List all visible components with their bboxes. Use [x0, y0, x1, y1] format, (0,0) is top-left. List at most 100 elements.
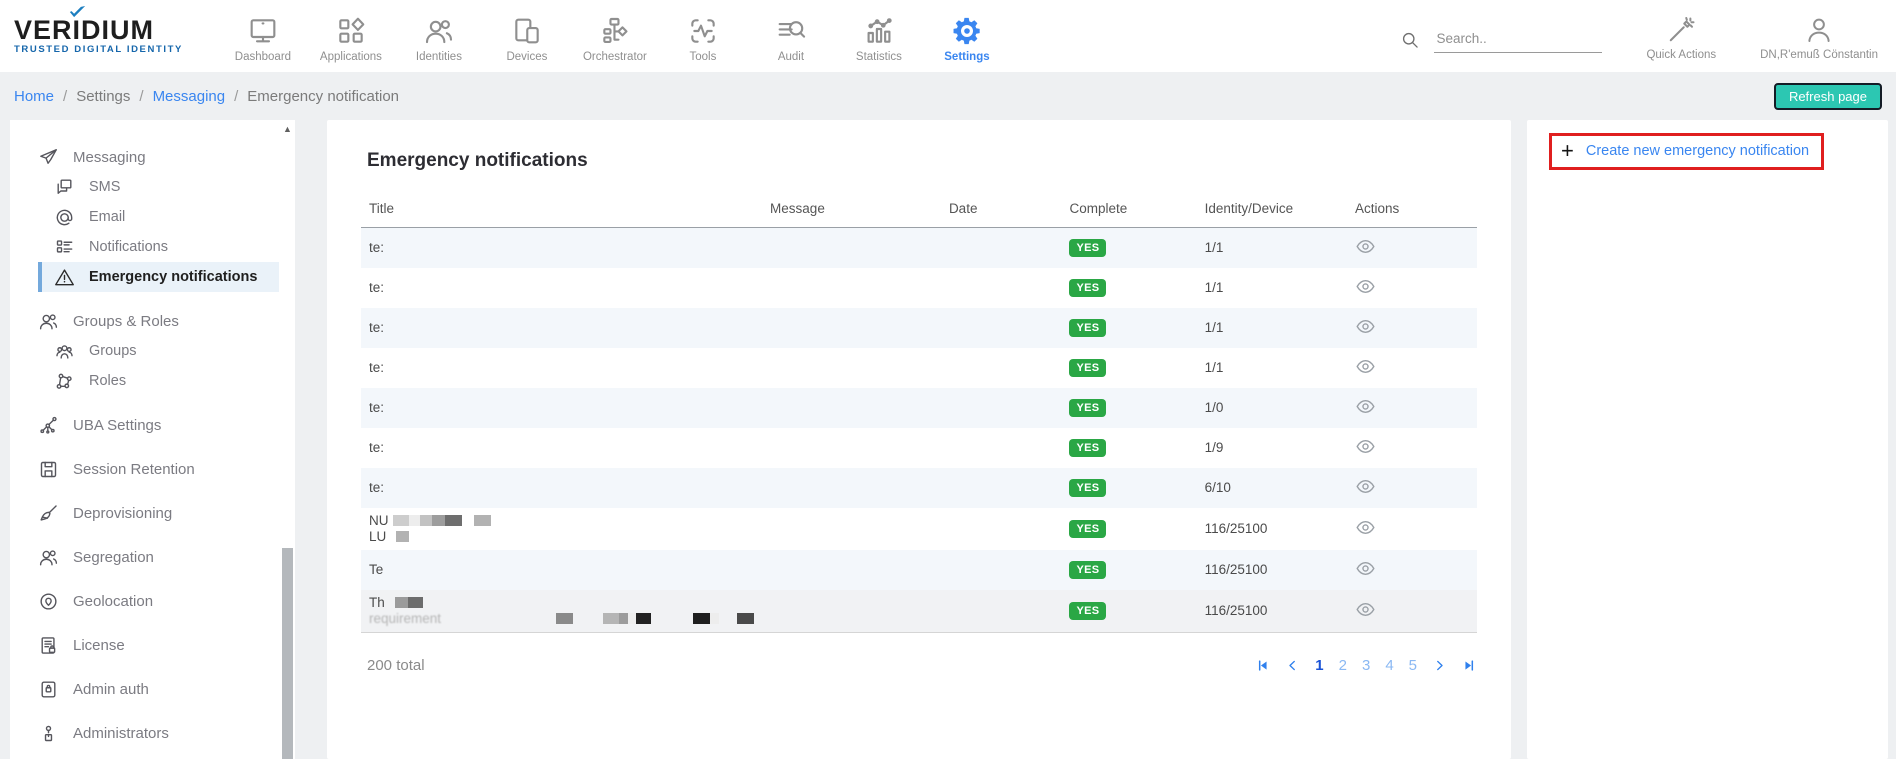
nav-item-statistics[interactable]: Statistics [835, 9, 923, 63]
topbar: VERIDIUM TRUSTED DIGITAL IDENTITY Dashbo… [0, 0, 1896, 72]
row-title: te: [369, 480, 384, 495]
page-number-1[interactable]: 1 [1315, 657, 1323, 674]
eye-icon[interactable] [1355, 599, 1376, 620]
breadcrumb-item[interactable]: Messaging [153, 88, 226, 105]
sidebar-item-geolocation[interactable]: Geolocation [38, 586, 279, 616]
scroll-up-icon[interactable]: ▲ [281, 124, 294, 134]
complete-cell: YES [1061, 308, 1196, 348]
next-page-icon[interactable] [1432, 658, 1447, 673]
date-cell [941, 468, 1062, 508]
actions-cell [1347, 428, 1477, 468]
sidebar-item-messaging[interactable]: Messaging [38, 142, 279, 172]
sidebar-item-email[interactable]: Email [38, 202, 279, 232]
brand-logo[interactable]: VERIDIUM TRUSTED DIGITAL IDENTITY [14, 17, 183, 55]
nav-item-audit[interactable]: Audit [747, 9, 835, 63]
table-row: te: YES 1/1 [361, 268, 1477, 308]
sidebar-item-admin-auth[interactable]: Admin auth [38, 674, 279, 704]
date-cell [941, 308, 1062, 348]
complete-badge: YES [1069, 520, 1106, 538]
network-icon [54, 371, 75, 392]
message-cell [762, 468, 941, 508]
eye-icon[interactable] [1355, 276, 1376, 297]
redaction-block [432, 515, 445, 526]
redaction-block [393, 515, 409, 526]
page-number-4[interactable]: 4 [1385, 657, 1393, 674]
eye-icon[interactable] [1355, 436, 1376, 457]
sidebar-item-groups-roles[interactable]: Groups & Roles [38, 306, 279, 336]
nav-item-devices[interactable]: Devices [483, 9, 571, 63]
sidebar-item-license[interactable]: License [38, 630, 279, 660]
sidebar-item-label: License [73, 637, 125, 654]
eye-icon[interactable] [1355, 476, 1376, 497]
sidebar-item-groups[interactable]: Groups [38, 336, 279, 366]
nav-label: Applications [320, 51, 382, 63]
redaction-block [737, 613, 754, 624]
page-number-2[interactable]: 2 [1339, 657, 1347, 674]
eye-icon[interactable] [1355, 517, 1376, 538]
breadcrumb: Home/Settings/Messaging/Emergency notifi… [14, 88, 399, 105]
page-number-3[interactable]: 3 [1362, 657, 1370, 674]
eye-icon[interactable] [1355, 356, 1376, 377]
search-input[interactable] [1434, 27, 1602, 53]
column-header: Complete [1061, 192, 1196, 228]
actions-cell [1347, 508, 1477, 550]
sidebar-item-uba-settings[interactable]: UBA Settings [38, 410, 279, 440]
sidebar-item-deprovisioning[interactable]: Deprovisioning [38, 498, 279, 528]
redaction-block [619, 613, 628, 624]
group-icon [54, 341, 75, 362]
scrollbar-thumb[interactable] [282, 548, 293, 759]
eye-icon[interactable] [1355, 236, 1376, 257]
nav-item-dashboard[interactable]: Dashboard [219, 9, 307, 63]
create-emergency-notification-button[interactable]: + Create new emergency notification [1561, 142, 1809, 160]
nav-item-orchestrator[interactable]: Orchestrator [571, 9, 659, 63]
nav-item-applications[interactable]: Applications [307, 9, 395, 63]
column-header: Title [361, 192, 762, 228]
sidebar-item-label: Groups & Roles [73, 313, 179, 330]
breadcrumb-item[interactable]: Home [14, 88, 54, 105]
nav-item-identities[interactable]: Identities [395, 9, 483, 63]
message-cell [762, 308, 941, 348]
identity-device-cell: 116/25100 [1197, 550, 1347, 590]
page-number-5[interactable]: 5 [1409, 657, 1417, 674]
broom-icon [38, 503, 59, 524]
topbar-right: Quick Actions DN,R'emuß Cönstantin [1400, 11, 1878, 61]
date-cell [941, 550, 1062, 590]
complete-badge: YES [1069, 239, 1106, 257]
sidebar-item-sms[interactable]: SMS [38, 172, 279, 202]
sms-icon [54, 177, 75, 198]
prev-page-icon[interactable] [1285, 658, 1300, 673]
refresh-page-button[interactable]: Refresh page [1774, 83, 1882, 110]
message-cell [762, 550, 941, 590]
sidebar-item-administrators[interactable]: Administrators [38, 718, 279, 748]
main-panel: Emergency notifications TitleMessageDate… [327, 120, 1511, 759]
first-page-icon[interactable] [1255, 658, 1270, 673]
sidebar-item-roles[interactable]: Roles [38, 366, 279, 396]
nav-label: Audit [778, 51, 804, 63]
top-navigation: Dashboard Applications Identities Device… [219, 9, 1011, 63]
column-header: Date [941, 192, 1062, 228]
sidebar-item-emergency-notifications[interactable]: Emergency notifications [38, 262, 279, 292]
right-panel: + Create new emergency notification [1527, 120, 1888, 759]
sidebar-item-segregation[interactable]: Segregation [38, 542, 279, 572]
eye-icon[interactable] [1355, 316, 1376, 337]
redaction-block [556, 613, 573, 624]
nav-label: Identities [416, 51, 462, 63]
identity-device-cell: 1/1 [1197, 268, 1347, 308]
nav-label: Devices [506, 51, 547, 63]
sidebar-item-session-retention[interactable]: Session Retention [38, 454, 279, 484]
user-menu[interactable]: DN,R'emuß Cönstantin [1760, 11, 1878, 61]
search-icon[interactable] [1400, 30, 1420, 50]
actions-cell [1347, 268, 1477, 308]
quick-actions-button[interactable]: Quick Actions [1646, 11, 1716, 61]
last-page-icon[interactable] [1462, 658, 1477, 673]
row-title: te: [369, 440, 384, 455]
nav-item-settings[interactable]: Settings [923, 9, 1011, 63]
table-row: te: YES 1/1 [361, 228, 1477, 268]
sidebar-item-notifications[interactable]: Notifications [38, 232, 279, 262]
sidebar-scrollbar[interactable]: ▲ [281, 124, 294, 759]
eye-icon[interactable] [1355, 396, 1376, 417]
eye-icon[interactable] [1355, 558, 1376, 579]
breadcrumb-item: Settings [76, 88, 130, 105]
nav-item-tools[interactable]: Tools [659, 9, 747, 63]
sidebar-item-label: Geolocation [73, 593, 153, 610]
